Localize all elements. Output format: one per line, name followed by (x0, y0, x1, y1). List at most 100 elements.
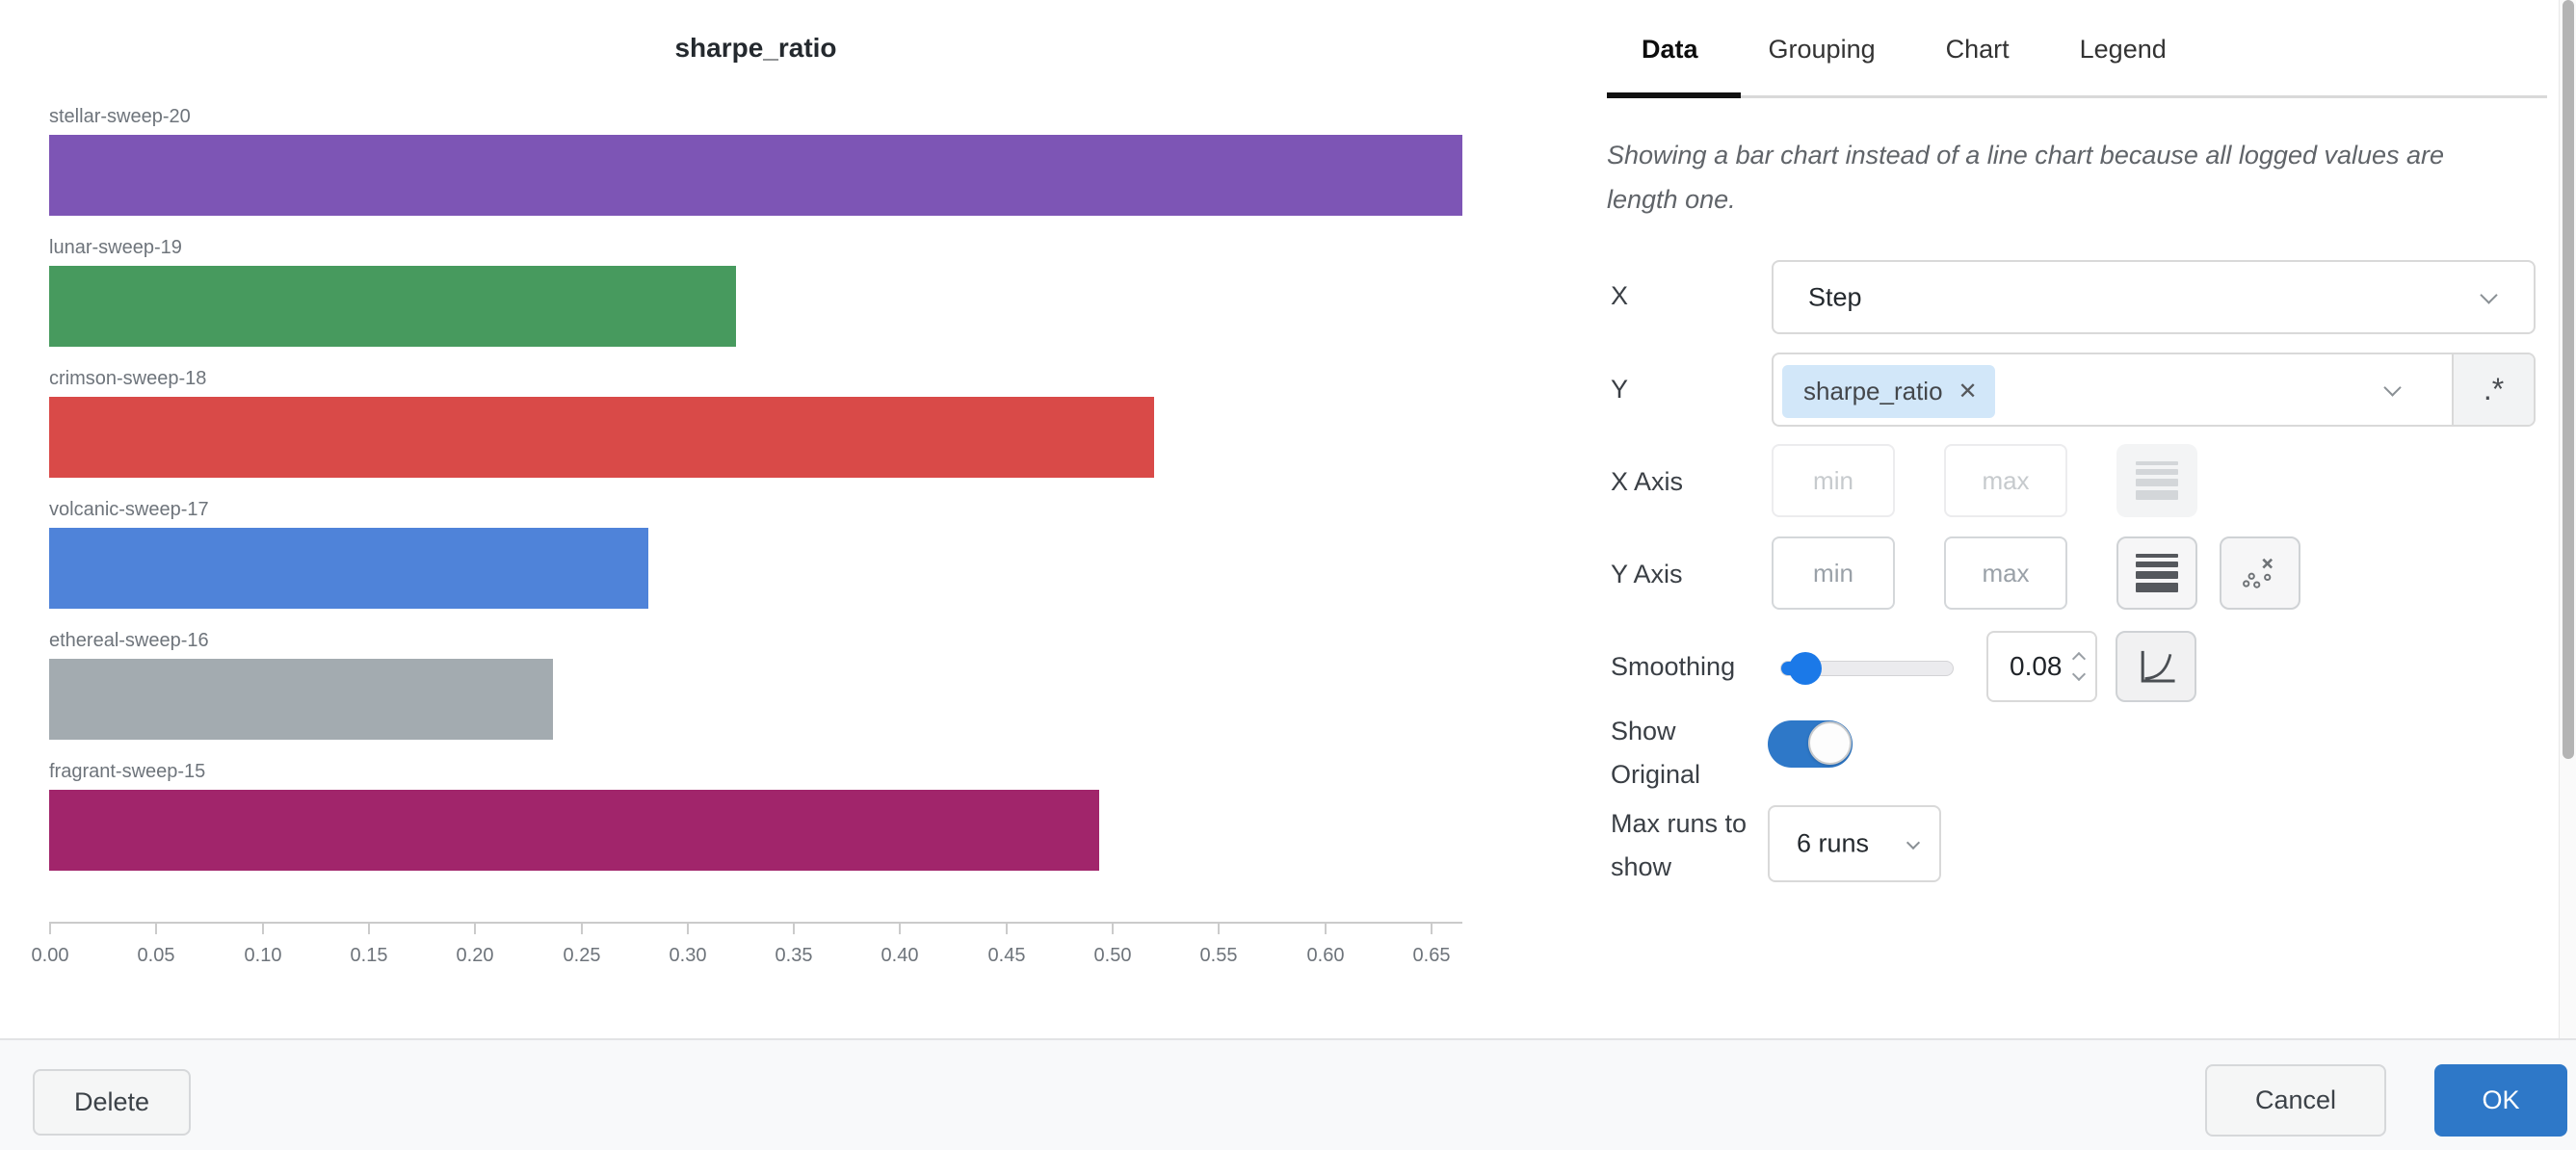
tab-divider (1607, 95, 2547, 98)
run-name-label: stellar-sweep-20 (49, 101, 1462, 135)
x-select[interactable]: Step (1772, 260, 2536, 334)
y-axis-min-input[interactable] (1772, 536, 1895, 610)
tab-grouping[interactable]: Grouping (1769, 35, 1876, 65)
panel-tabs: Data Grouping Chart Legend (1642, 35, 2237, 65)
bar-group: ethereal-sweep-16 (49, 625, 1462, 756)
bar (49, 135, 1462, 216)
axis-tick-label: 0.10 (245, 945, 282, 967)
bar-group: crimson-sweep-18 (49, 363, 1462, 494)
x-select-value: Step (1808, 282, 1862, 312)
dialog-footer: Delete Cancel OK (0, 1038, 2576, 1150)
smoothing-slider[interactable] (1780, 661, 1954, 676)
axis-tick-label: 0.35 (775, 945, 813, 967)
max-runs-select[interactable]: 6 runs (1768, 805, 1941, 882)
bar-group: stellar-sweep-20 (49, 101, 1462, 232)
show-original-toggle[interactable] (1768, 720, 1853, 768)
axis-tick (1325, 924, 1327, 934)
ok-button[interactable]: OK (2434, 1064, 2567, 1137)
axis-tick (49, 924, 51, 934)
log-scale-icon (2136, 554, 2178, 592)
chevron-down-icon (2480, 286, 2497, 303)
run-name-label: lunar-sweep-19 (49, 232, 1462, 266)
axis-tick-label: 0.25 (564, 945, 601, 967)
cancel-button[interactable]: Cancel (2205, 1064, 2386, 1137)
slider-thumb[interactable] (1789, 652, 1822, 685)
active-tab-underline (1607, 92, 1741, 98)
smoothing-label: Smoothing (1611, 645, 1735, 689)
bar (49, 266, 736, 347)
toggle-thumb (1808, 721, 1852, 765)
delete-button[interactable]: Delete (33, 1069, 191, 1136)
x-label: X (1611, 274, 1628, 318)
axis-tick-label: 0.55 (1200, 945, 1238, 967)
x-axis: 0.000.050.100.150.200.250.300.350.400.45… (49, 922, 1462, 980)
remove-metric-icon[interactable]: ✕ (1958, 378, 1978, 405)
x-axis-label: X Axis (1611, 460, 1683, 504)
axis-tick (687, 924, 689, 934)
axis-tick (155, 924, 157, 934)
tab-chart[interactable]: Chart (1946, 35, 2010, 65)
max-runs-label: Max runs to show (1611, 802, 1779, 889)
y-metric-name: sharpe_ratio (1803, 377, 1943, 406)
axis-tick (368, 924, 370, 934)
bar-chart-note: Showing a bar chart instead of a line ch… (1607, 133, 2479, 222)
chart-title: sharpe_ratio (49, 33, 1462, 64)
tab-legend[interactable]: Legend (2080, 35, 2167, 65)
x-axis-max-input[interactable] (1944, 444, 2067, 517)
bar (49, 790, 1099, 871)
ignore-outliers-button[interactable] (2220, 536, 2300, 610)
show-original-label: Show Original (1611, 710, 1770, 797)
axis-tick-label: 0.20 (457, 945, 494, 967)
run-name-label: ethereal-sweep-16 (49, 625, 1462, 659)
smoothing-value: 0.08 (2010, 651, 2063, 682)
run-name-label: fragrant-sweep-15 (49, 756, 1462, 790)
axis-tick-label: 0.05 (138, 945, 175, 967)
spinner-down-icon[interactable] (2072, 667, 2086, 681)
bar (49, 659, 553, 740)
axis-tick (262, 924, 264, 934)
x-axis-min-input[interactable] (1772, 444, 1895, 517)
bar-group: lunar-sweep-19 (49, 232, 1462, 363)
axis-tick (899, 924, 901, 934)
axis-tick (474, 924, 476, 934)
panel-edit-dialog: sharpe_ratio stellar-sweep-20 lunar-sweep… (0, 0, 2576, 1150)
axis-tick-label: 0.00 (32, 945, 69, 967)
regex-toggle-button[interactable]: .* (2452, 354, 2534, 425)
axis-tick-label: 0.65 (1413, 945, 1451, 967)
axis-tick-label: 0.45 (988, 945, 1026, 967)
bar (49, 528, 648, 609)
max-runs-value: 6 runs (1797, 829, 1869, 859)
axis-tick (1006, 924, 1008, 934)
axis-tick (1431, 924, 1433, 934)
spinner-up-icon[interactable] (2072, 652, 2086, 666)
axis-tick (581, 924, 583, 934)
y-multiselect[interactable]: sharpe_ratio ✕ .* (1772, 353, 2536, 427)
axis-tick-label: 0.50 (1094, 945, 1132, 967)
bar-group: fragrant-sweep-15 (49, 756, 1462, 887)
axis-tick-label: 0.30 (670, 945, 707, 967)
y-label: Y (1611, 368, 1628, 411)
axis-tick (1218, 924, 1220, 934)
bar (49, 397, 1154, 478)
run-name-label: volcanic-sweep-17 (49, 494, 1462, 528)
smoothing-value-input[interactable]: 0.08 (1986, 631, 2097, 702)
scrollbar-thumb[interactable] (2563, 0, 2574, 759)
y-axis-max-input[interactable] (1944, 536, 2067, 610)
y-metric-pill: sharpe_ratio ✕ (1782, 365, 1995, 418)
tab-data[interactable]: Data (1642, 35, 1698, 65)
axis-tick-label: 0.15 (351, 945, 388, 967)
y-axis-log-scale-button[interactable] (2116, 536, 2197, 610)
axis-tick (1112, 924, 1114, 934)
y-axis-label: Y Axis (1611, 553, 1683, 596)
log-scale-icon (2136, 461, 2178, 500)
chevron-down-icon (1906, 836, 1920, 849)
x-axis-log-scale-button[interactable] (2116, 444, 2197, 517)
smoothing-curve-icon (2134, 644, 2178, 689)
outliers-icon (2239, 552, 2281, 594)
running-average-button[interactable] (2116, 631, 2196, 702)
axis-tick-label: 0.40 (881, 945, 919, 967)
bar-chart: stellar-sweep-20 lunar-sweep-19 crimson-sw… (49, 101, 1462, 887)
chevron-down-icon (2383, 379, 2401, 396)
run-name-label: crimson-sweep-18 (49, 363, 1462, 397)
axis-tick (793, 924, 795, 934)
